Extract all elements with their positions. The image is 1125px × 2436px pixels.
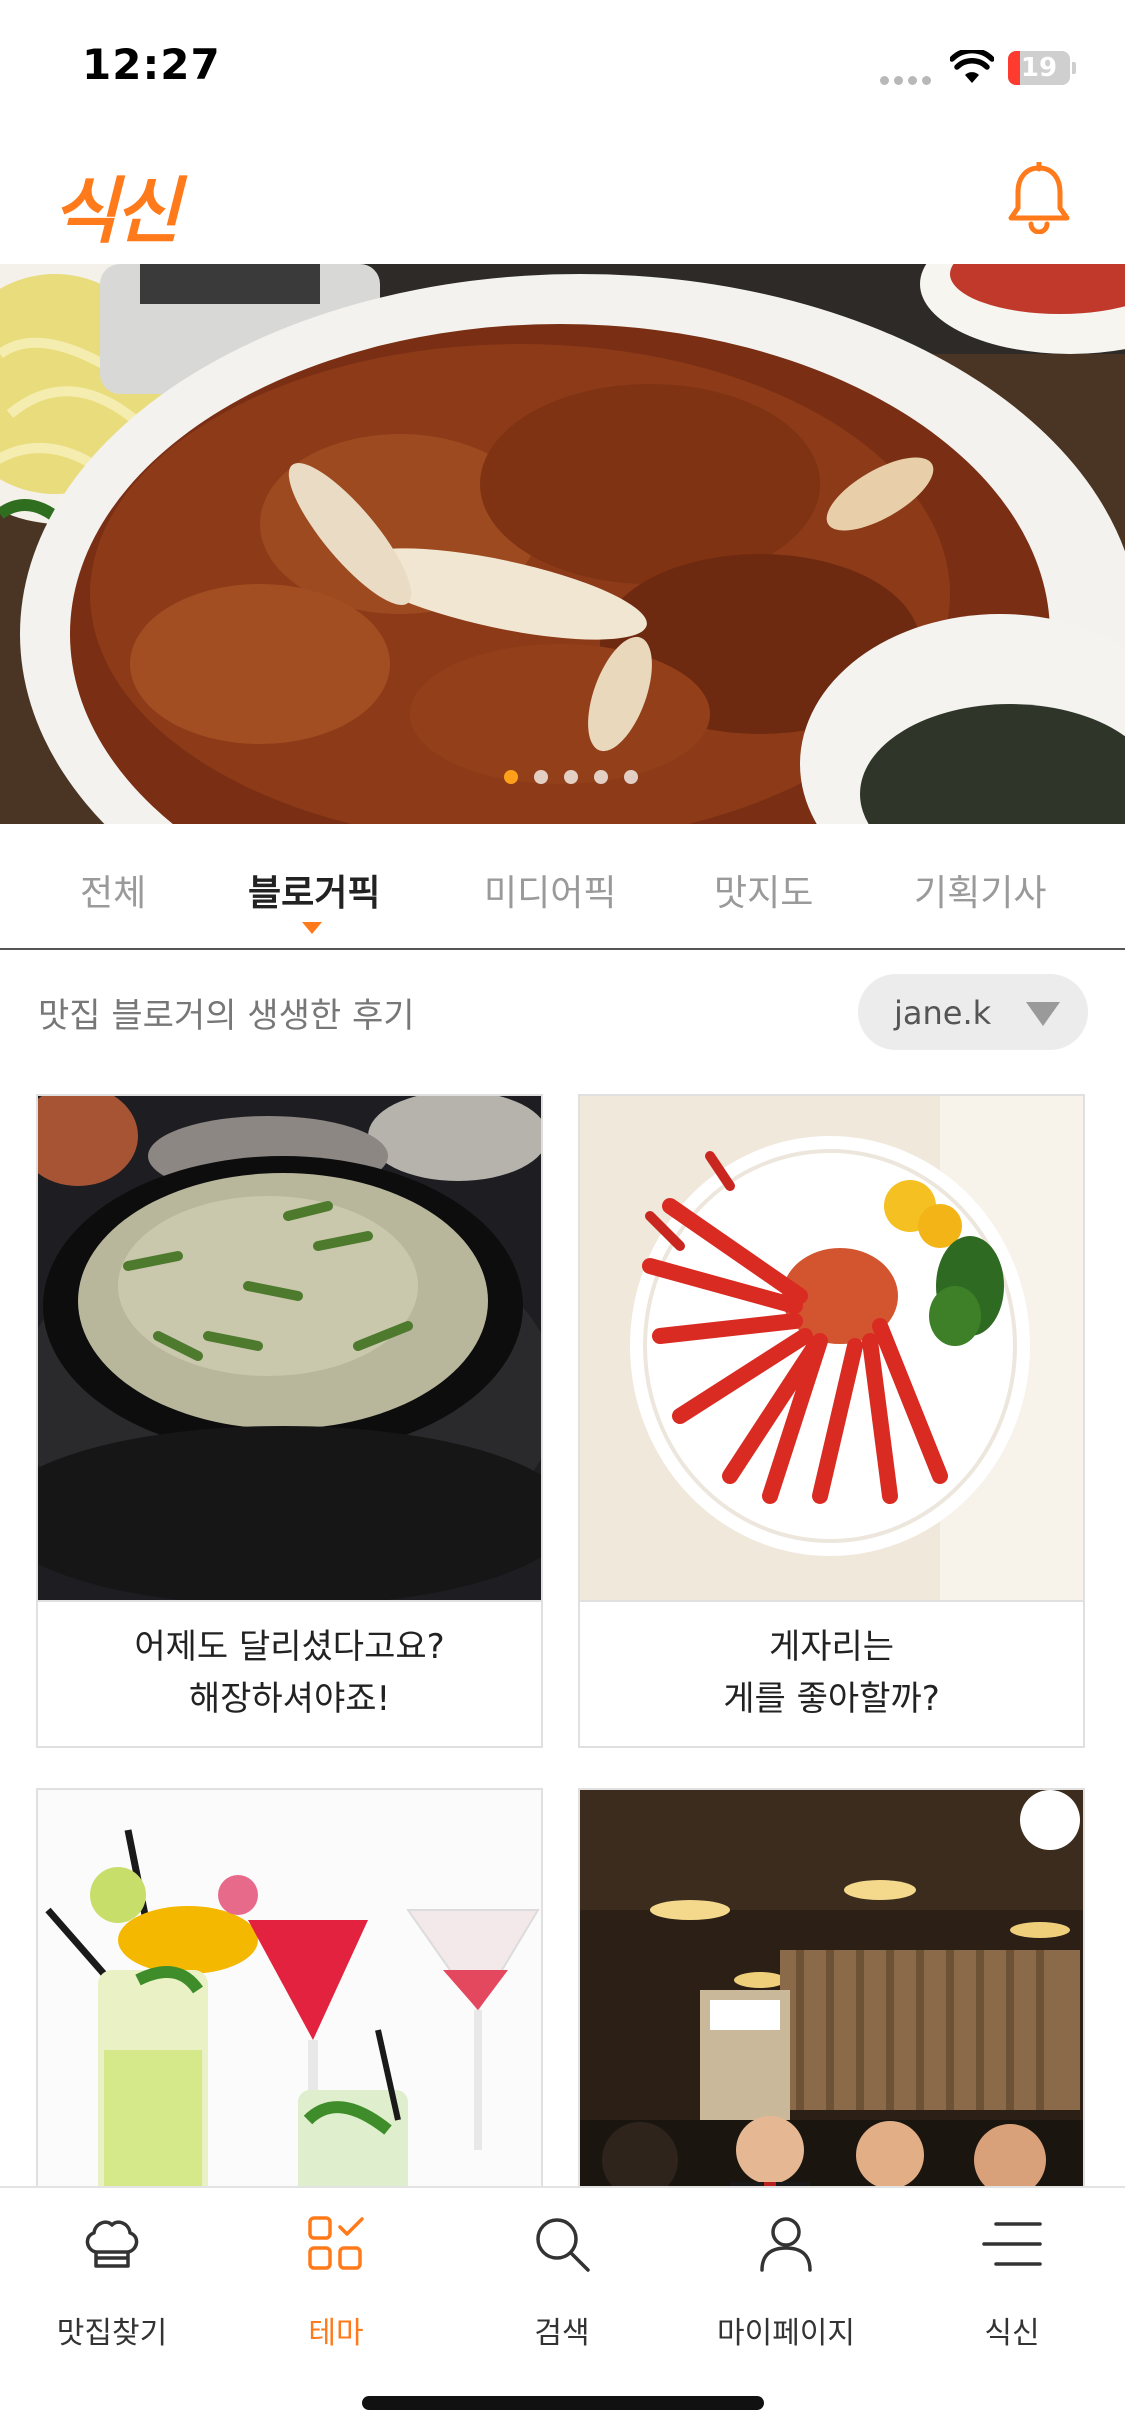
section-subheader: 맛집 블로거의 생생한 후기 jane.k [0,950,1125,1070]
nav-label: 식신 [984,2316,1040,2351]
menu-icon [982,2222,1042,2266]
battery-indicator: 19 [1008,51,1076,85]
nav-label: 검색 [534,2316,590,2351]
tab-media-pick[interactable]: 미디어픽 [484,864,616,916]
article-thumbnail-cocktails [38,1790,541,2188]
article-title: 게자리는 게를 좋아할까? [580,1600,1083,1744]
status-time: 12:27 [82,40,221,89]
article-title-line: 게자리는 [768,1627,895,1667]
nav-label: 마이페이지 [717,2316,855,2351]
article-title-line: 게를 좋아할까? [723,1679,940,1719]
nav-search[interactable]: 검색 [472,2212,652,2362]
user-filter-dropdown[interactable]: jane.k [858,974,1088,1050]
nav-label: 맛집찾기 [56,2316,168,2351]
battery-level-label: 19 [1020,53,1058,83]
article-thumbnail-soup [38,1096,541,1600]
article-card[interactable]: 어제도 달리셨다고요? 해장하셔야죠! [36,1094,543,1748]
nav-theme[interactable]: 테마 [246,2212,426,2362]
app-header: 식신 [0,132,1125,264]
nav-find-restaurants[interactable]: 맛집찾기 [22,2212,202,2362]
article-card[interactable]: 게자리는 게를 좋아할까? [578,1094,1085,1748]
home-indicator[interactable] [362,2396,764,2410]
app-logo[interactable]: 식신 [52,152,181,257]
nav-menu[interactable]: 식신 [922,2212,1102,2362]
article-thumbnail-restaurant [580,1790,1083,2188]
wifi-icon [950,50,994,83]
tab-food-map[interactable]: 맛지도 [714,864,813,916]
chef-hat-icon [85,2220,139,2268]
hero-banner[interactable] [0,264,1125,824]
nav-my-page[interactable]: 마이페이지 [696,2212,876,2362]
tab-all[interactable]: 전체 [80,864,146,916]
category-tabs: 전체 블로거픽 미디어픽 맛지도 기획기사 [0,824,1125,950]
dropdown-caret-icon [1026,1002,1060,1026]
article-thumbnail-crab [580,1096,1083,1600]
article-title: 어제도 달리셨다고요? 해장하셔야죠! [38,1600,541,1744]
search-icon [536,2218,590,2272]
nav-label: 테마 [308,2316,364,2351]
bell-icon[interactable] [1006,162,1072,234]
cellular-signal-icon [880,76,932,86]
person-icon [760,2217,812,2272]
status-bar: 12:27 19 [0,0,1125,132]
user-filter-value: jane.k [894,994,992,1032]
active-tab-indicator [302,922,322,934]
article-card[interactable] [36,1788,543,2188]
tab-blogger-pick[interactable]: 블로거픽 [248,864,380,916]
section-description: 맛집 블로거의 생생한 후기 [38,996,415,1036]
article-card[interactable] [578,1788,1085,2188]
theme-grid-icon [308,2216,364,2270]
article-title-line: 해장하셔야죠! [188,1679,391,1719]
hero-food-image [0,264,1125,824]
article-title-line: 어제도 달리셨다고요? [134,1627,445,1667]
tab-feature-articles[interactable]: 기획기사 [914,864,1046,916]
